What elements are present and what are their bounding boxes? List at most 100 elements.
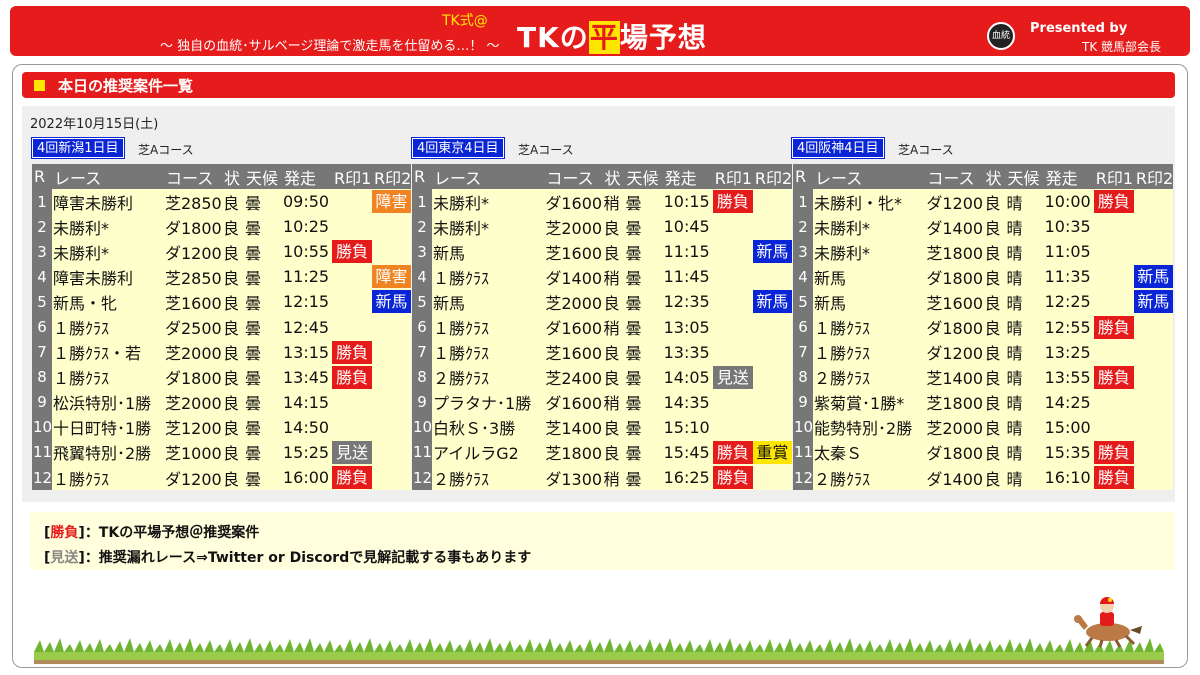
weather: 晴 [1005, 314, 1044, 340]
mark-2-cell [752, 364, 792, 390]
race-name: 未勝利* [52, 214, 164, 240]
race-course: 芝2000 [164, 389, 222, 415]
table-header-row: R レース コース状天候 発走 R印1 R印2 [793, 164, 1173, 189]
meet-course-hanshin: 芝Aコース [898, 143, 954, 157]
mark-1-cell: 勝負 [712, 439, 753, 466]
mark-badge: 勝負 [332, 240, 372, 264]
mark-1-cell [712, 264, 753, 290]
table-row: 9 松浜特別･1勝 芝2000 良曇 14:15 [32, 389, 411, 415]
legend-box: [勝負]：TKの平場予想＠推奨案件 [見送]：推奨漏れレース⇒Twitter o… [30, 512, 1175, 570]
mark-badge: 新馬 [752, 240, 792, 264]
race-name: 未勝利* [432, 189, 545, 215]
logo-badge: 血統 [987, 22, 1015, 50]
mark-1-cell [712, 239, 753, 265]
column-header: R印1 [1093, 164, 1134, 189]
title-pre: TKの [517, 21, 589, 54]
race-number: 11 [32, 439, 52, 466]
race-number: 11 [412, 439, 433, 466]
weather: 曇 [624, 439, 663, 466]
jockey-horse-icon [1074, 597, 1142, 648]
meet-name-hanshin: 4回阪神4日目 [791, 137, 885, 159]
mark-badge: 新馬 [372, 290, 411, 314]
mark-1-cell: 勝負 [332, 239, 372, 265]
table-row: 6 １勝ｸﾗｽ ダ1800 良晴 12:55 勝負 [793, 314, 1173, 340]
mark-2-cell: 障害 [372, 264, 411, 290]
meet-course-tokyo: 芝Aコース [518, 143, 574, 157]
race-course: 芝2000 [544, 214, 603, 240]
track-condition: 良 [983, 314, 1006, 340]
column-header: コース [544, 164, 603, 189]
mark-1-cell [1093, 414, 1134, 440]
weather: 曇 [244, 189, 282, 215]
race-number: 3 [412, 239, 433, 265]
mark-badge: 勝負 [1093, 365, 1134, 389]
race-course: ダ2500 [164, 314, 222, 340]
mark-2-cell [1133, 364, 1173, 390]
weather: 晴 [1005, 289, 1044, 315]
race-course: ダ1600 [544, 189, 603, 215]
section-title: 本日の推奨案件一覧 [58, 77, 194, 95]
post-time: 14:25 [1043, 389, 1094, 415]
race-course: 芝1000 [164, 439, 222, 466]
race-number: 4 [412, 264, 433, 290]
weather: 曇 [624, 214, 663, 240]
weather: 曇 [244, 289, 282, 315]
table-row: 10 能勢特別･2勝 芝2000 良晴 15:00 [793, 414, 1173, 440]
race-name: 太秦Ｓ [813, 439, 926, 466]
race-course: ダ1200 [925, 339, 984, 365]
weather: 曇 [244, 389, 282, 415]
track-condition: 良 [602, 439, 625, 466]
race-name: 十日町特･1勝 [52, 414, 164, 440]
table-row: 12 １勝ｸﾗｽ ダ1200 良曇 16:00 勝負 [32, 465, 411, 491]
table-row: 12 ２勝ｸﾗｽ ダ1300 稍曇 16:25 勝負 [412, 465, 792, 491]
race-course: 芝1400 [544, 414, 603, 440]
mark-1-cell [1093, 264, 1134, 290]
weather: 曇 [624, 189, 663, 215]
post-time: 13:35 [662, 339, 713, 365]
race-number: 4 [32, 264, 52, 290]
race-name: １勝ｸﾗｽ [432, 339, 545, 365]
table-row: 8 ２勝ｸﾗｽ 芝2400 良曇 14:05 見送 [412, 364, 792, 390]
mark-1-cell [712, 289, 753, 315]
post-time: 15:35 [1043, 439, 1094, 466]
column-header: R [412, 164, 433, 189]
weather: 曇 [244, 239, 282, 265]
mark-2-cell [1133, 389, 1173, 415]
race-name: １勝ｸﾗｽ [813, 339, 926, 365]
mark-badge: 勝負 [1093, 315, 1134, 339]
track-condition: 良 [983, 414, 1006, 440]
column-header: R印2 [1133, 164, 1173, 189]
post-time: 14:15 [282, 389, 332, 415]
race-name: ２勝ｸﾗｽ [432, 465, 545, 491]
meet-name-niigata: 4回新潟1日目 [31, 137, 125, 159]
mark-badge: 勝負 [332, 340, 372, 364]
weather: 晴 [1005, 414, 1044, 440]
mark-2-cell [372, 339, 411, 365]
mark-2-cell [372, 439, 411, 466]
mark-1-cell: 見送 [712, 364, 753, 390]
column-header: 状 [602, 164, 625, 189]
column-header: R印1 [712, 164, 753, 189]
race-number: 6 [32, 314, 52, 340]
race-name: 未勝利* [432, 214, 545, 240]
table-row: 8 ２勝ｸﾗｽ 芝1400 良晴 13:55 勝負 [793, 364, 1173, 390]
post-time: 11:45 [662, 264, 713, 290]
column-header: 発走 [1043, 164, 1094, 189]
mark-1-cell [712, 314, 753, 340]
track-condition: 良 [222, 364, 244, 390]
mark-1-cell [712, 414, 753, 440]
mark-2-cell: 新馬 [1133, 289, 1173, 315]
race-number: 1 [32, 189, 52, 215]
race-course: 芝1800 [544, 439, 603, 466]
race-course: 芝2000 [925, 414, 984, 440]
mark-badge: 勝負 [332, 365, 372, 389]
column-header: 発走 [282, 164, 332, 189]
race-course: 芝2000 [164, 339, 222, 365]
column-header: 発走 [662, 164, 713, 189]
mark-badge: 重賞 [752, 440, 792, 464]
table-row: 11 アイルラG2 芝1800 良曇 15:45 勝負 重賞 [412, 439, 792, 466]
meet-course-niigata: 芝Aコース [138, 143, 194, 157]
mark-badge: 勝負 [712, 190, 753, 214]
track-condition: 稍 [602, 389, 625, 415]
weather: 曇 [244, 264, 282, 290]
